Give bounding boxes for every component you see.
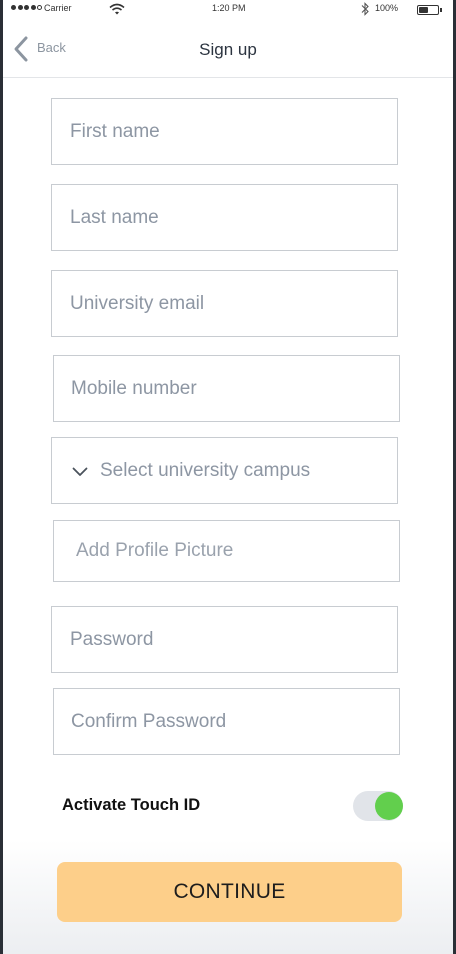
password-placeholder: Password — [70, 628, 154, 650]
confirm-password-input[interactable]: Confirm Password — [53, 688, 400, 755]
wifi-icon — [109, 3, 125, 17]
last-name-input[interactable]: Last name — [51, 184, 398, 251]
last-name-placeholder: Last name — [70, 206, 159, 228]
campus-select[interactable]: Select university campus — [51, 437, 398, 504]
battery-icon — [417, 5, 442, 15]
bluetooth-icon — [360, 2, 370, 18]
chevron-down-icon — [72, 464, 88, 482]
campus-select-placeholder: Select university campus — [100, 459, 311, 481]
touch-id-row: Activate Touch ID — [62, 790, 403, 822]
toggle-knob — [375, 792, 403, 820]
status-time: 1:20 PM — [212, 3, 246, 13]
navigation-bar: Back Sign up — [3, 20, 453, 78]
confirm-password-placeholder: Confirm Password — [71, 710, 227, 732]
first-name-placeholder: First name — [70, 120, 160, 142]
signal-strength-icon — [11, 5, 42, 10]
page-title: Sign up — [199, 40, 257, 59]
university-email-placeholder: University email — [70, 292, 205, 314]
phone-screen: Carrier 1:20 PM 100% Back Sign up First … — [3, 0, 453, 954]
battery-level-fill — [419, 7, 428, 13]
continue-button[interactable]: CONTINUE — [57, 862, 402, 922]
battery-percent: 100% — [375, 3, 399, 13]
touch-id-toggle[interactable] — [353, 791, 403, 821]
add-profile-picture-field[interactable]: Add Profile Picture — [53, 520, 400, 582]
touch-id-label: Activate Touch ID — [62, 796, 201, 814]
carrier-name: Carrier — [44, 3, 72, 13]
add-profile-picture-label: Add Profile Picture — [76, 540, 234, 561]
mobile-number-input[interactable]: Mobile number — [53, 355, 400, 422]
password-input[interactable]: Password — [51, 606, 398, 673]
status-bar: Carrier 1:20 PM 100% — [3, 0, 453, 20]
mobile-number-placeholder: Mobile number — [71, 377, 197, 399]
university-email-input[interactable]: University email — [51, 270, 398, 337]
first-name-input[interactable]: First name — [51, 98, 398, 165]
